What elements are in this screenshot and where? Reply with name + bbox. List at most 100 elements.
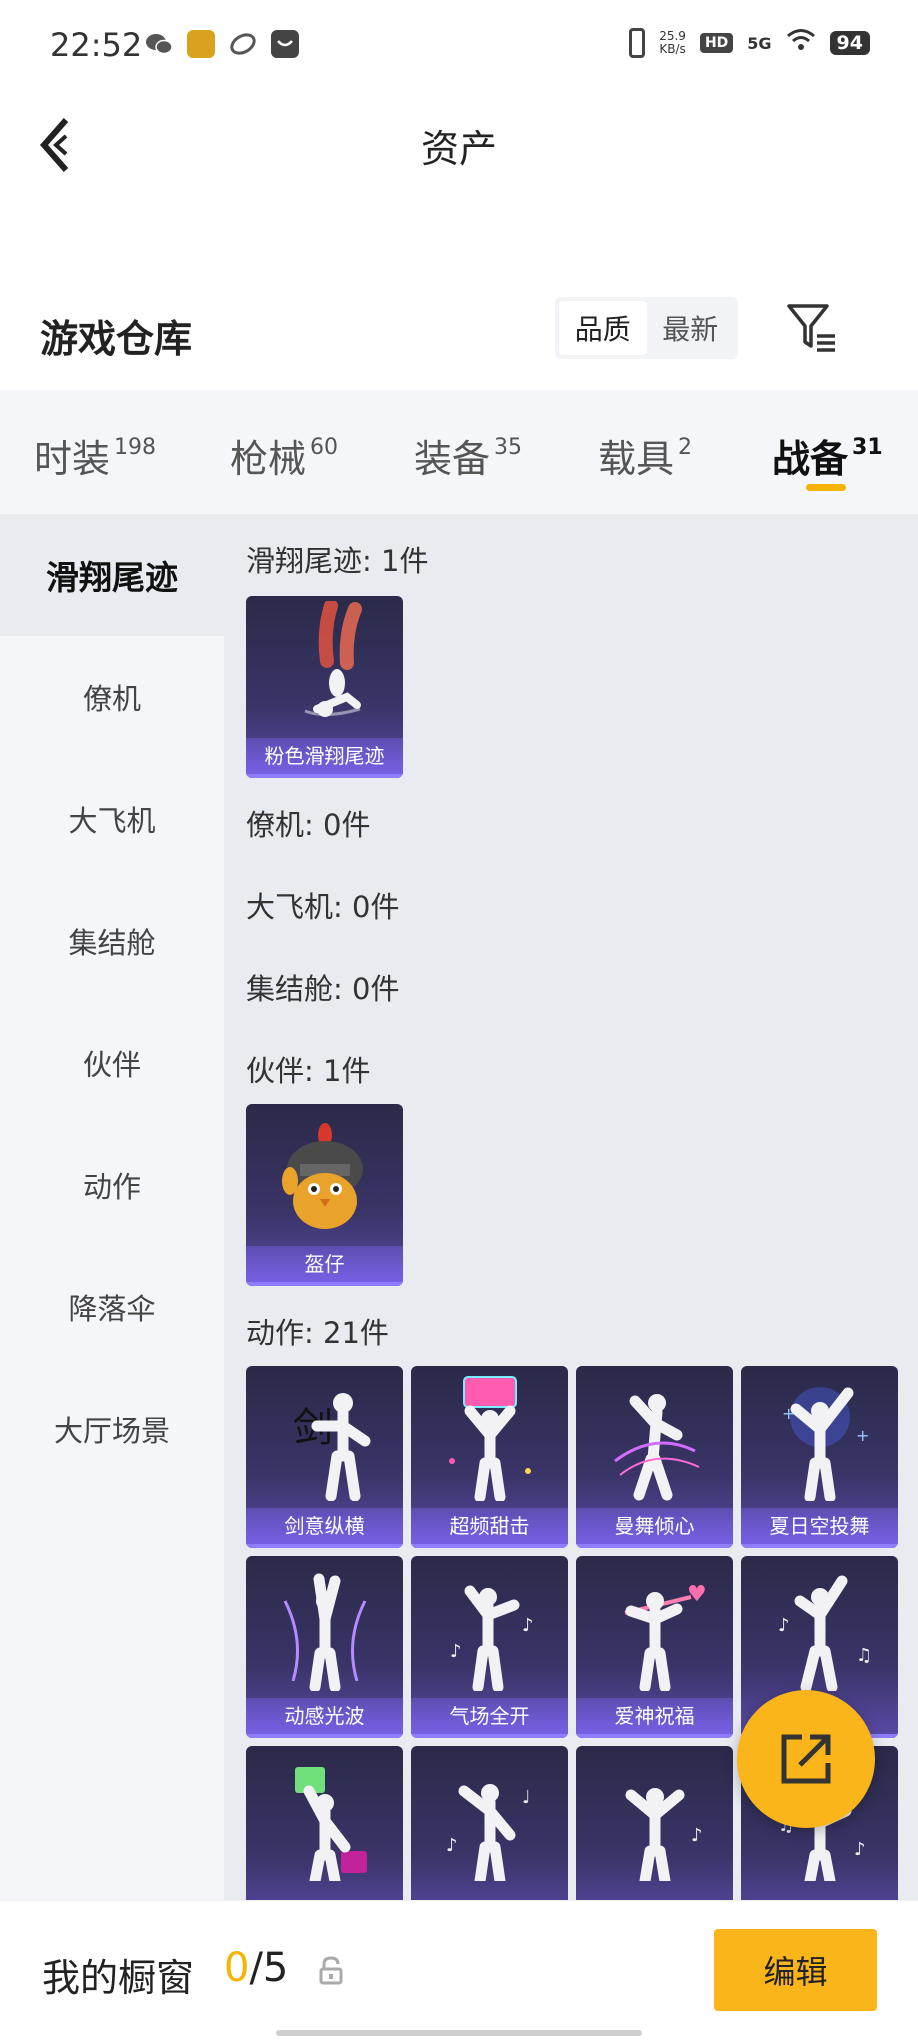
item-card[interactable]: 超频甜击: [411, 1366, 568, 1548]
item-name: 曼舞倾心: [576, 1508, 733, 1544]
showcase-total: /5: [249, 1945, 289, 1991]
item-card[interactable]: 剑 剑意纵横: [246, 1366, 403, 1548]
emote-figure-art: [411, 1366, 568, 1506]
tab-supplies[interactable]: 战备 31: [772, 428, 883, 483]
item-card[interactable]: ♪ ♪ 气场全开: [411, 1556, 568, 1738]
filter-button[interactable]: [785, 300, 839, 354]
tab-weapons[interactable]: 枪械 60: [230, 428, 338, 483]
side-item-big-plane[interactable]: 大飞机: [0, 758, 224, 880]
item-card[interactable]: ♪ ♩: [411, 1746, 568, 1900]
active-tab-indicator: [806, 484, 846, 491]
status-bar: 22:52 25.9 KB/s HD 5G 94: [0, 0, 918, 90]
edit-button[interactable]: 编辑: [714, 1929, 877, 2011]
emote-figure-art: [246, 1556, 403, 1696]
emote-figure-art: [576, 1366, 733, 1506]
section-label-emote: 动作: 21件: [246, 1316, 389, 1350]
side-item-emote[interactable]: 动作: [0, 1124, 224, 1246]
svg-text:♪: ♪: [778, 1615, 790, 1636]
sort-newest-button[interactable]: 最新: [647, 301, 735, 355]
vibrate-icon: [629, 28, 646, 58]
side-item-assembly-pod[interactable]: 集结舱: [0, 880, 224, 1002]
svg-text:♪: ♪: [446, 1835, 458, 1856]
emote-figure-art: ♪ ♪: [411, 1556, 568, 1696]
tab-label: 装备: [414, 437, 491, 481]
emote-figure-art: ♥: [576, 1556, 733, 1696]
item-card[interactable]: ♥ 爱神祝福: [576, 1556, 733, 1738]
item-name: 夏日空投舞: [741, 1508, 898, 1544]
emote-figure-art: + +: [741, 1366, 898, 1506]
svg-text:♪: ♪: [450, 1641, 462, 1662]
rarity-bar: [246, 1734, 403, 1738]
hd-badge: HD: [699, 33, 734, 53]
share-icon: [781, 1734, 831, 1784]
tab-count: 2: [678, 435, 693, 460]
glide-trail-art: [246, 596, 403, 736]
side-item-lobby-scene[interactable]: 大厅场景: [0, 1368, 224, 1490]
emote-figure-art: ♪ ♩: [411, 1746, 568, 1886]
notification-icons: [145, 30, 299, 58]
item-name: 剑意纵横: [246, 1508, 403, 1544]
side-item-parachute[interactable]: 降落伞: [0, 1246, 224, 1368]
item-card[interactable]: + + 夏日空投舞: [741, 1366, 898, 1548]
item-name: 盔仔: [246, 1246, 403, 1282]
item-card[interactable]: ♪: [576, 1746, 733, 1900]
tab-label: 战备: [772, 437, 849, 481]
tab-count: 198: [114, 435, 157, 460]
battery-level: 94: [829, 31, 870, 55]
showcase-bar: 我的橱窗 0/5 编辑: [0, 1900, 918, 2040]
home-indicator[interactable]: [276, 2030, 642, 2036]
filter-icon: [787, 304, 835, 352]
network-speed-unit: KB/s: [659, 42, 686, 56]
item-card[interactable]: 曼舞倾心: [576, 1366, 733, 1548]
warehouse-title: 游戏仓库: [40, 317, 193, 361]
section-label-assembly-pod: 集结舱: 0件: [246, 972, 400, 1006]
section-label-companion: 伙伴: 1件: [246, 1054, 371, 1088]
tab-count: 60: [310, 435, 339, 460]
svg-text:+: +: [782, 1404, 795, 1423]
share-button[interactable]: [737, 1690, 875, 1828]
item-card[interactable]: 动感光波: [246, 1556, 403, 1738]
tab-label: 载具: [598, 437, 675, 481]
status-time: 22:52: [50, 26, 143, 64]
tab-equipment[interactable]: 装备 35: [414, 428, 522, 483]
item-card[interactable]: [246, 1746, 403, 1900]
sort-quality-button[interactable]: 品质: [559, 301, 647, 355]
lock-icon: [318, 1955, 344, 1985]
section-label-glide-trail: 滑翔尾迹: 1件: [246, 544, 429, 578]
rarity-bar: [246, 1282, 403, 1286]
tab-fashion[interactable]: 时装 198: [34, 428, 156, 483]
message-app-icon: [271, 30, 299, 58]
svg-text:♪: ♪: [691, 1825, 703, 1846]
showcase-count: 0/5: [224, 1945, 288, 1991]
item-name: 动感光波: [246, 1698, 403, 1734]
network-speed: 25.9 KB/s: [659, 30, 686, 56]
tab-label: 时装: [34, 437, 111, 481]
side-nav: 滑翔尾迹 僚机 大飞机 集结舱 伙伴 动作 降落伞 大厅场景: [0, 514, 224, 1900]
side-item-companion[interactable]: 伙伴: [0, 1002, 224, 1124]
rarity-bar: [246, 774, 403, 778]
rarity-bar: [411, 1734, 568, 1738]
tab-label: 枪械: [230, 437, 307, 481]
svg-text:+: +: [856, 1426, 869, 1445]
side-item-glide-trail[interactable]: 滑翔尾迹: [0, 514, 224, 636]
svg-text:♫: ♫: [856, 1645, 872, 1666]
emote-figure-art: ♪: [576, 1746, 733, 1886]
tab-count: 35: [494, 435, 523, 460]
emote-figure-art: [246, 1746, 403, 1886]
rarity-bar: [576, 1544, 733, 1548]
svg-text:♥: ♥: [687, 1582, 707, 1607]
wifi-icon: [786, 28, 816, 58]
rarity-bar: [741, 1544, 898, 1548]
rarity-bar: [576, 1734, 733, 1738]
wechat-icon: [145, 30, 173, 58]
tab-vehicles[interactable]: 载具 2: [598, 428, 692, 483]
app-header: 资产: [0, 90, 918, 200]
item-card[interactable]: 盔仔: [246, 1104, 403, 1286]
svg-text:♩: ♩: [522, 1787, 531, 1808]
companion-chick-art: [246, 1104, 403, 1244]
item-name: 超频甜击: [411, 1508, 568, 1544]
item-card[interactable]: 粉色滑翔尾迹: [246, 596, 403, 778]
showcase-current: 0: [224, 1945, 250, 1991]
side-item-wingman[interactable]: 僚机: [0, 636, 224, 758]
link-app-icon: [229, 30, 257, 58]
